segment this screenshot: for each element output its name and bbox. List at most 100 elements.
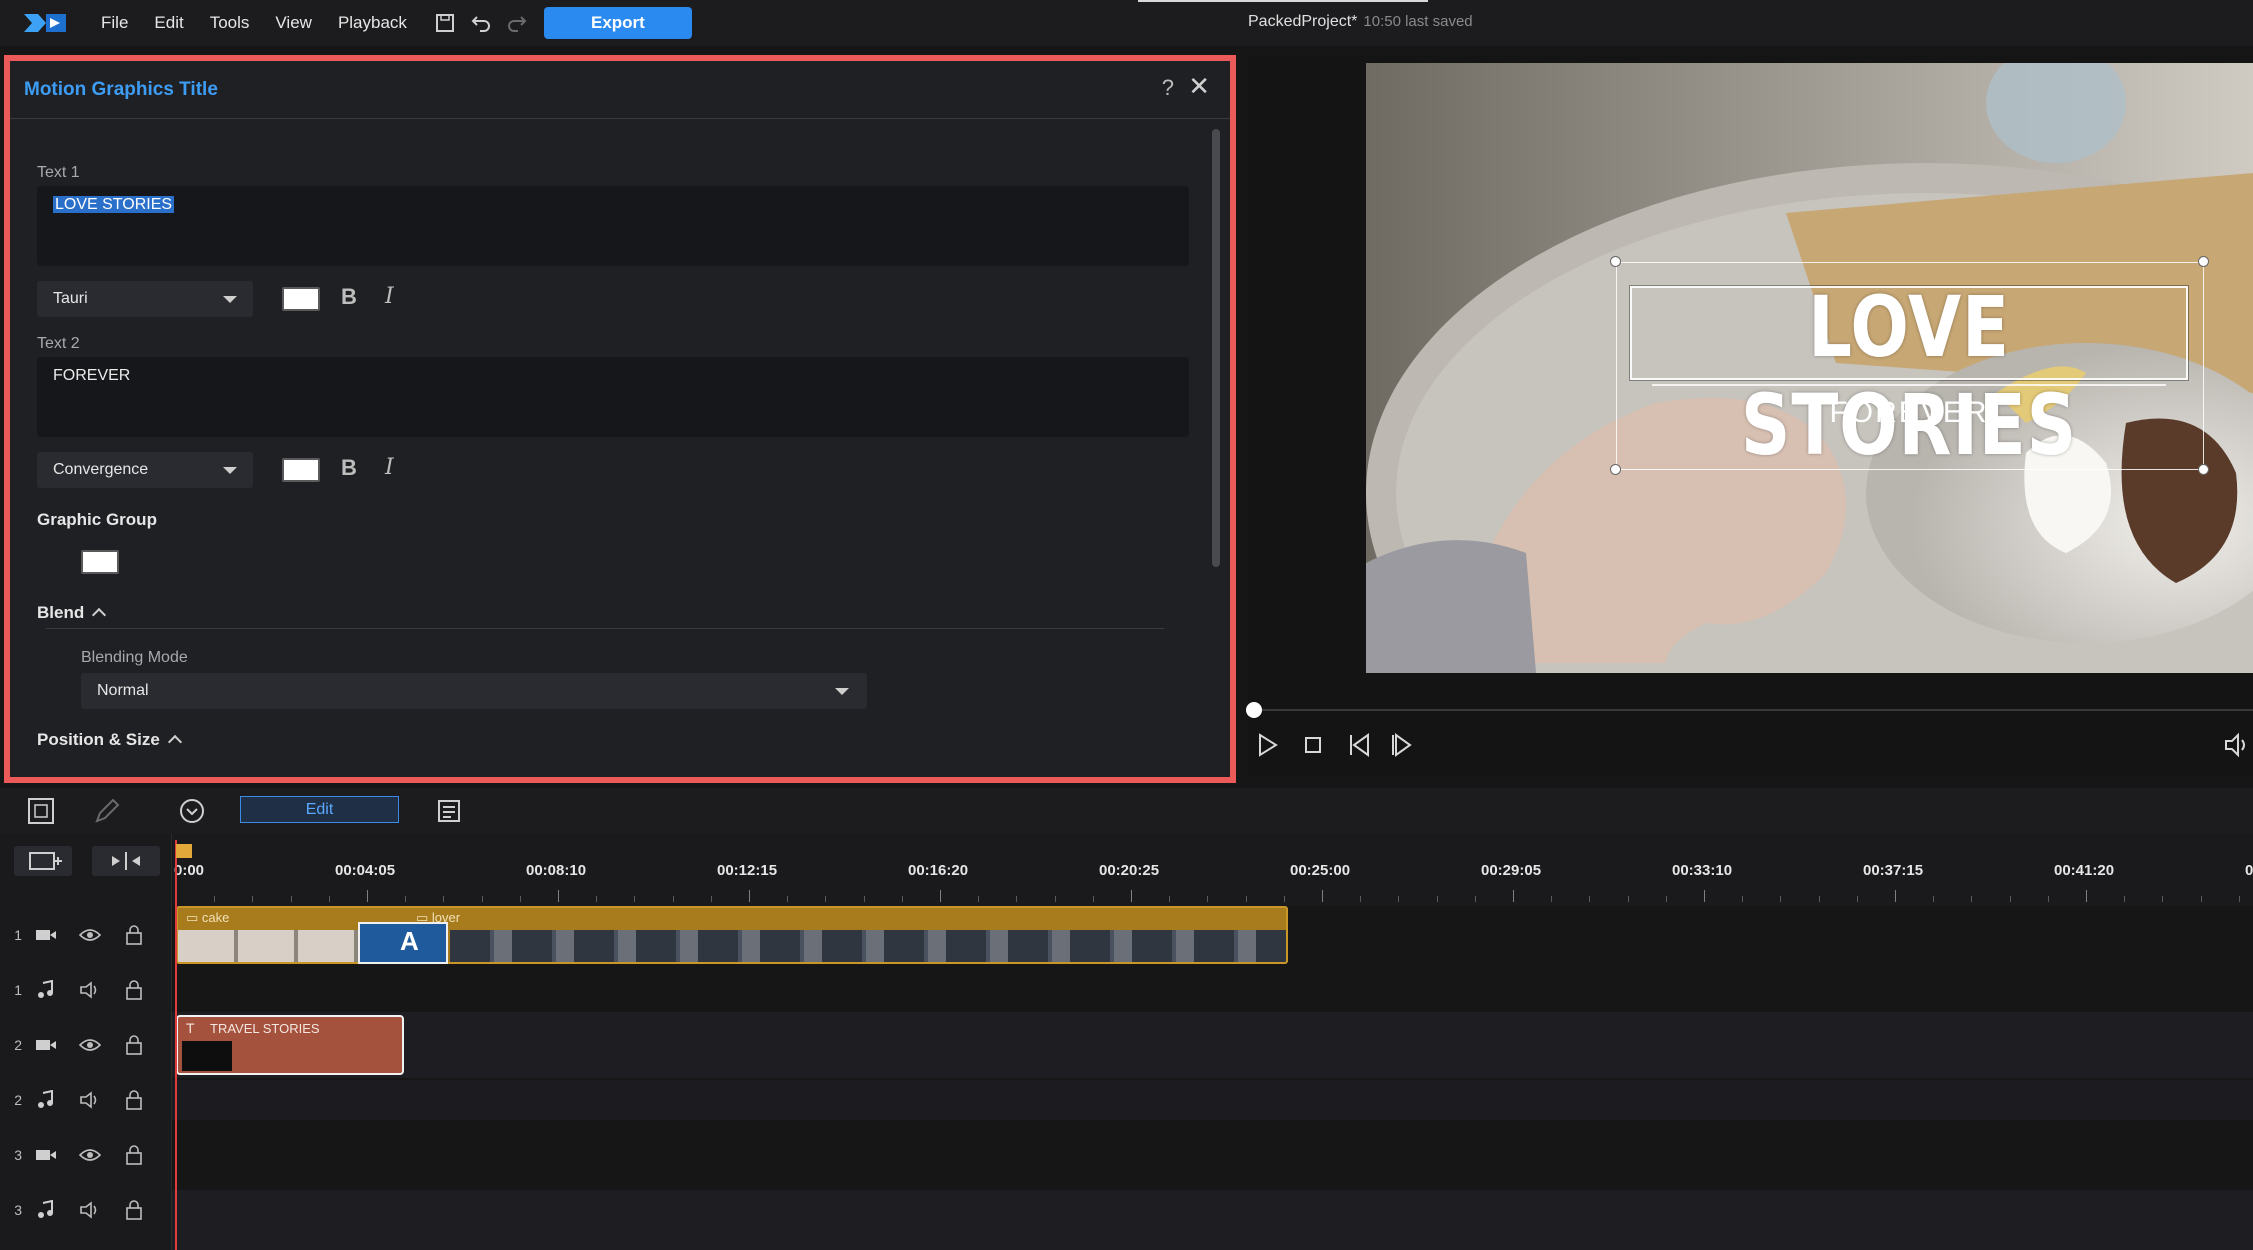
track-manager-button[interactable] [14,846,72,876]
stop-icon[interactable] [1298,730,1328,760]
redo-icon[interactable] [504,10,530,36]
resize-handle-bottom-left[interactable] [1610,464,1621,475]
text-clip-icon: T [186,1020,195,1036]
ruler-tick [940,890,941,902]
ruler-tick [1398,896,1400,902]
panel-scrollbar[interactable] [1212,129,1220,567]
text1-bold-button[interactable]: B [341,284,357,310]
menu-file[interactable]: File [88,13,141,33]
ruler-tick [1131,890,1132,902]
eye-icon[interactable] [74,1033,106,1057]
ruler-tick [787,896,789,902]
ruler-tick [596,896,598,902]
blend-divider [46,628,1164,629]
text1-font-select[interactable]: Tauri [37,281,253,317]
ruler-label: 00:04:05 [335,862,396,879]
panel-body: Text 1 LOVE STORIES Tauri B I Text 2 FOR… [10,121,1210,781]
project-title: PackedProject* 10:50 last saved [1248,13,1473,31]
text2-color-swatch[interactable] [282,458,320,482]
text2-input[interactable]: FOREVER [37,357,1189,437]
more-tools-icon[interactable] [177,796,207,826]
playhead[interactable] [175,840,177,1250]
seek-handle[interactable] [1246,702,1262,718]
resize-handle-bottom-right[interactable] [2198,464,2209,475]
close-icon[interactable]: ✕ [1188,71,1210,102]
text2-font-select[interactable]: Convergence [37,452,253,488]
save-icon[interactable] [432,10,458,36]
speaker-icon[interactable] [74,978,106,1002]
next-frame-icon[interactable] [1388,730,1418,760]
text2-italic-button[interactable]: I [385,455,394,480]
lock-icon[interactable] [118,1088,150,1112]
ruler-tick [1971,896,1973,902]
playhead-handle[interactable] [176,844,192,858]
track-number: 1 [14,982,22,998]
help-icon[interactable]: ? [1162,75,1174,101]
play-icon[interactable] [1252,730,1282,760]
media-tool-icon[interactable] [26,796,56,826]
seek-bar[interactable] [1254,709,2253,711]
ruler-label: 00:08:10 [526,862,587,879]
blending-mode-select[interactable]: Normal [81,673,867,709]
text1-value: LOVE STORIES [53,196,175,213]
undo-icon[interactable] [468,10,494,36]
ruler-tick [2162,896,2164,902]
menu-edit[interactable]: Edit [141,13,196,33]
track-3-audio-band [172,1190,2253,1250]
eye-icon[interactable] [74,923,106,947]
lock-icon[interactable] [118,923,150,947]
text2-font-value: Convergence [53,461,149,478]
eye-icon[interactable] [74,1143,106,1167]
lock-icon[interactable] [118,1033,150,1057]
position-size-section-toggle[interactable]: Position & Size [37,730,182,750]
video-clip-track-1[interactable]: ▭ cake ▭ lover [176,906,1288,964]
ruler-tick [443,896,445,902]
ruler-tick [1322,890,1323,902]
previous-frame-icon[interactable] [1344,730,1374,760]
track-number: 2 [14,1037,22,1053]
menu-tools[interactable]: Tools [197,13,263,33]
app-window: File Edit Tools View Playback Export Pac… [0,0,2253,1250]
ruler-tick [1856,896,1858,902]
resize-handle-top-right[interactable] [2198,256,2209,267]
resize-handle-top-left[interactable] [1610,256,1621,267]
ruler-tick [1474,896,1476,902]
blend-section-toggle[interactable]: Blend [37,603,107,623]
title-clip-travel-stories[interactable]: T TRAVEL STORIES [176,1015,404,1075]
fit-timeline-button[interactable] [92,846,160,876]
graphic-group-color-swatch[interactable] [81,550,119,574]
project-name: PackedProject* [1248,13,1358,30]
graphic-group-label: Graphic Group [37,510,157,529]
ruler-tick [2238,896,2240,902]
speaker-icon[interactable] [74,1088,106,1112]
title-clip-thumbnail [182,1041,232,1071]
timeline-ruler[interactable]: 0:00 00:04:05 00:08:10 00:12:15 00:16:20 00:2… [172,834,2253,906]
ruler-tick [901,896,903,902]
lock-icon[interactable] [118,1198,150,1222]
audio-track-icon [30,1088,62,1112]
text1-italic-button[interactable]: I [385,284,394,309]
track-number: 1 [14,927,22,943]
text1-input[interactable]: LOVE STORIES [37,186,1189,266]
ruler-tick [1589,896,1591,902]
text2-label: Text 2 [37,335,80,352]
blending-mode-value: Normal [97,682,149,699]
export-button[interactable]: Export [543,7,692,39]
panel-header: Motion Graphics Title ? ✕ [10,61,1230,119]
subtitle-tool-icon[interactable] [434,796,464,826]
volume-icon[interactable] [2222,730,2252,760]
text1-color-swatch[interactable] [282,287,320,311]
menu-view[interactable]: View [262,13,325,33]
ruler-tick [2009,896,2011,902]
video-track-icon [30,1033,62,1057]
menu-playback[interactable]: Playback [325,13,420,33]
text2-bold-button[interactable]: B [341,455,357,481]
text1-label: Text 1 [37,164,80,181]
lock-icon[interactable] [118,978,150,1002]
track-2-audio-band [172,1080,2253,1120]
timeline-edit-button[interactable]: Edit [240,796,399,823]
ruler-tick [1054,896,1056,902]
speaker-icon[interactable] [74,1198,106,1222]
lock-icon[interactable] [118,1143,150,1167]
track-number: 2 [14,1092,22,1108]
